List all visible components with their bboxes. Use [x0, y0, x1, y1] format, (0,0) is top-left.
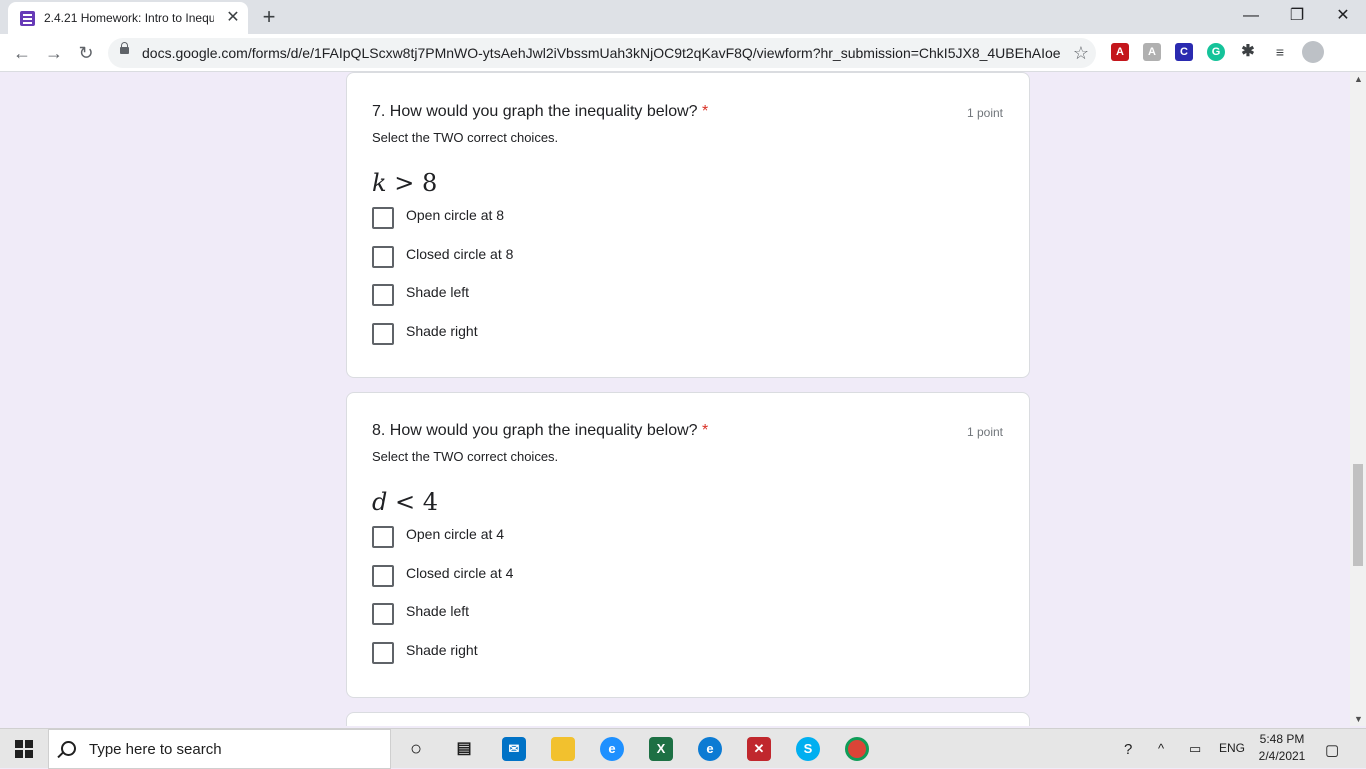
browser-tab[interactable]: 2.4.21 Homework: Intro to Inequalities ✕: [8, 2, 248, 34]
question-card-7: 7. How would you graph the inequality be…: [346, 72, 1030, 378]
question-title: 8. How would you graph the inequality be…: [372, 422, 708, 440]
app-x-icon[interactable]: ✕: [747, 737, 771, 761]
extensions-puzzle-icon[interactable]: ✱: [1239, 43, 1257, 61]
excel-icon[interactable]: X: [649, 737, 673, 761]
scroll-down-icon[interactable]: ▼: [1354, 714, 1363, 724]
question-title-text: 8. How would you graph the inequality be…: [372, 422, 698, 439]
question-card-8: 8. How would you graph the inequality be…: [346, 392, 1030, 698]
inequality-value: 4: [422, 488, 439, 516]
tab-close-icon[interactable]: ✕: [224, 9, 242, 27]
bookmark-star-icon[interactable]: ☆: [1070, 42, 1092, 64]
question-title: 7. How would you graph the inequality be…: [372, 103, 708, 121]
checkbox[interactable]: [372, 284, 394, 306]
inequality-operator: <: [395, 488, 416, 516]
inequality-expression: d < 4: [372, 488, 438, 516]
inequality-variable: k: [372, 169, 387, 197]
option-label[interactable]: Open circle at 4: [406, 526, 504, 542]
checkbox[interactable]: [372, 323, 394, 345]
windows-start-icon[interactable]: [15, 740, 33, 758]
c-extension-icon[interactable]: C: [1175, 43, 1193, 61]
browser-toolbar: ← → ↻ docs.google.com/forms/d/e/1FAIpQLS…: [0, 34, 1366, 72]
question-points: 1 point: [966, 106, 1003, 120]
inequality-variable: d: [372, 488, 388, 516]
mail-icon[interactable]: ✉: [502, 737, 526, 761]
option-label[interactable]: Closed circle at 8: [406, 246, 513, 262]
cortana-icon[interactable]: ○: [404, 737, 428, 761]
option-label[interactable]: Closed circle at 4: [406, 565, 513, 581]
minimize-button[interactable]: —: [1228, 0, 1274, 32]
search-icon: [61, 741, 76, 756]
checkbox[interactable]: [372, 603, 394, 625]
grammarly-icon[interactable]: G: [1207, 43, 1225, 61]
close-window-button[interactable]: ✕: [1320, 0, 1366, 32]
option-label[interactable]: Shade left: [406, 284, 469, 300]
option-label[interactable]: Open circle at 8: [406, 207, 504, 223]
google-forms-icon: [20, 11, 35, 26]
taskbar-search-box[interactable]: Type here to search: [48, 729, 391, 769]
scroll-up-icon[interactable]: ▲: [1354, 74, 1363, 84]
form-page: 7. How would you graph the inequality be…: [0, 72, 1350, 726]
checkbox[interactable]: [372, 526, 394, 548]
back-icon[interactable]: ←: [9, 40, 35, 66]
windows-taskbar: Type here to search ○ ▤ ✉ e X e ✕ S ? ^ …: [0, 728, 1366, 769]
lock-icon: [120, 42, 129, 54]
option-label[interactable]: Shade left: [406, 603, 469, 619]
page-scrollbar[interactable]: ▲ ▼: [1350, 72, 1366, 726]
task-view-icon[interactable]: ▤: [452, 737, 476, 761]
question-title-text: 7. How would you graph the inequality be…: [372, 103, 698, 120]
taskbar-clock[interactable]: 5:48 PM 2/4/2021: [1252, 731, 1312, 765]
checkbox[interactable]: [372, 207, 394, 229]
option-label[interactable]: Shade right: [406, 642, 478, 658]
browser-tab-bar: 2.4.21 Homework: Intro to Inequalities ✕…: [0, 0, 1366, 34]
help-icon[interactable]: ?: [1124, 741, 1132, 758]
edge-icon[interactable]: e: [698, 737, 722, 761]
tab-title: 2.4.21 Homework: Intro to Inequalities: [44, 11, 214, 25]
required-asterisk: *: [702, 422, 709, 439]
extension-icon[interactable]: A: [1143, 43, 1161, 61]
address-bar[interactable]: docs.google.com/forms/d/e/1FAIpQLScxw8tj…: [108, 38, 1096, 68]
inequality-value: 8: [421, 169, 438, 197]
skype-icon[interactable]: S: [796, 737, 820, 761]
maximize-button[interactable]: ❐: [1274, 0, 1320, 32]
show-hidden-icons-icon[interactable]: ^: [1158, 741, 1164, 756]
file-explorer-icon[interactable]: [551, 737, 575, 761]
inequality-operator: >: [394, 169, 415, 197]
language-indicator[interactable]: ENG: [1219, 741, 1245, 755]
required-asterisk: *: [702, 103, 709, 120]
search-placeholder: Type here to search: [89, 741, 222, 758]
internet-explorer-icon[interactable]: e: [600, 737, 624, 761]
question-card-next: [346, 712, 1030, 726]
media-control-icon[interactable]: ≡: [1271, 43, 1289, 61]
option-label[interactable]: Shade right: [406, 323, 478, 339]
url-text[interactable]: docs.google.com/forms/d/e/1FAIpQLScxw8tj…: [142, 45, 1060, 63]
chrome-icon[interactable]: [845, 737, 869, 761]
display-icon[interactable]: ▭: [1189, 741, 1201, 757]
question-points: 1 point: [966, 425, 1003, 439]
notifications-icon[interactable]: ▢: [1325, 741, 1339, 759]
scrollbar-thumb[interactable]: [1353, 464, 1363, 566]
checkbox[interactable]: [372, 246, 394, 268]
acrobat-extension-icon[interactable]: A: [1111, 43, 1129, 61]
clock-date: 2/4/2021: [1258, 749, 1306, 763]
checkbox[interactable]: [372, 642, 394, 664]
forward-icon[interactable]: →: [41, 40, 67, 66]
inequality-expression: k > 8: [372, 169, 437, 197]
new-tab-button[interactable]: +: [258, 6, 280, 28]
question-description: Select the TWO correct choices.: [372, 130, 559, 145]
clock-time: 5:48 PM: [1259, 732, 1305, 746]
reload-icon[interactable]: ↻: [73, 40, 99, 66]
question-description: Select the TWO correct choices.: [372, 449, 559, 464]
checkbox[interactable]: [372, 565, 394, 587]
profile-avatar[interactable]: [1302, 41, 1324, 63]
